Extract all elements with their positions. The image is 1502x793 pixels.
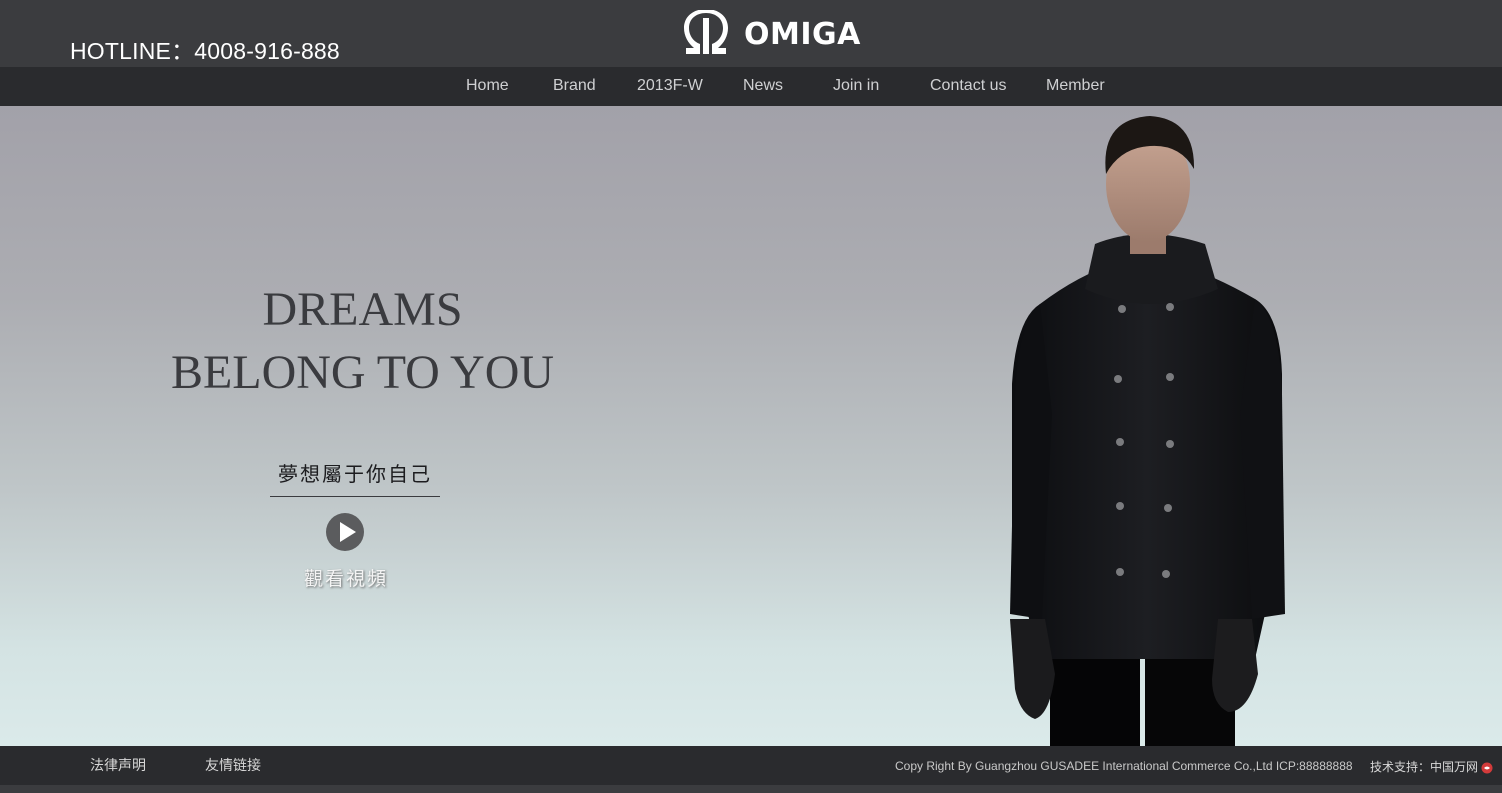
footer-friend-links[interactable]: 友情链接: [205, 755, 261, 775]
hotline-text: HOTLINE：4008-916-888: [70, 38, 340, 64]
footer-legal-link[interactable]: 法律声明: [90, 755, 146, 775]
nav-member[interactable]: Member: [1046, 77, 1105, 95]
nav-contact-us[interactable]: Contact us: [930, 77, 1006, 95]
hero-banner: DREAMS BELONG TO YOU 夢想屬于你自己 觀看視頻: [0, 106, 1502, 746]
nav-join-in[interactable]: Join in: [833, 77, 879, 95]
omega-logo-icon: [684, 10, 728, 54]
nav-brand[interactable]: Brand: [553, 77, 596, 95]
model-photo: [1010, 116, 1285, 746]
header-bar: HOTLINE：4008-916-888 OMIGA: [0, 0, 1502, 67]
nav-news[interactable]: News: [743, 77, 783, 95]
wanwang-logo-icon: [1481, 762, 1493, 774]
tech-support-link[interactable]: 技术支持：中国万网: [1370, 758, 1478, 775]
site-logo[interactable]: OMIGA: [682, 10, 861, 58]
hero-subtitle: 夢想屬于你自己: [278, 462, 432, 486]
logo-text: OMIGA: [744, 16, 861, 52]
footer-bar: 法律声明 友情链接 Copy Right By Guangzhou GUSADE…: [0, 746, 1502, 785]
watch-video-link[interactable]: 觀看視頻: [296, 564, 396, 591]
copyright-text: Copy Right By Guangzhou GUSADEE Internat…: [895, 759, 1353, 773]
play-circle-icon[interactable]: [325, 512, 365, 552]
hero-headline-line2: BELONG TO YOU: [170, 346, 555, 399]
main-nav: Home Brand 2013F-W News Join in Contact …: [0, 67, 1502, 106]
nav-home[interactable]: Home: [466, 77, 509, 95]
hero-headline-line1: DREAMS: [262, 283, 463, 336]
hero-divider: [270, 496, 440, 497]
footer-bottom-strip: [0, 785, 1502, 793]
nav-2013fw[interactable]: 2013F-W: [637, 77, 703, 95]
